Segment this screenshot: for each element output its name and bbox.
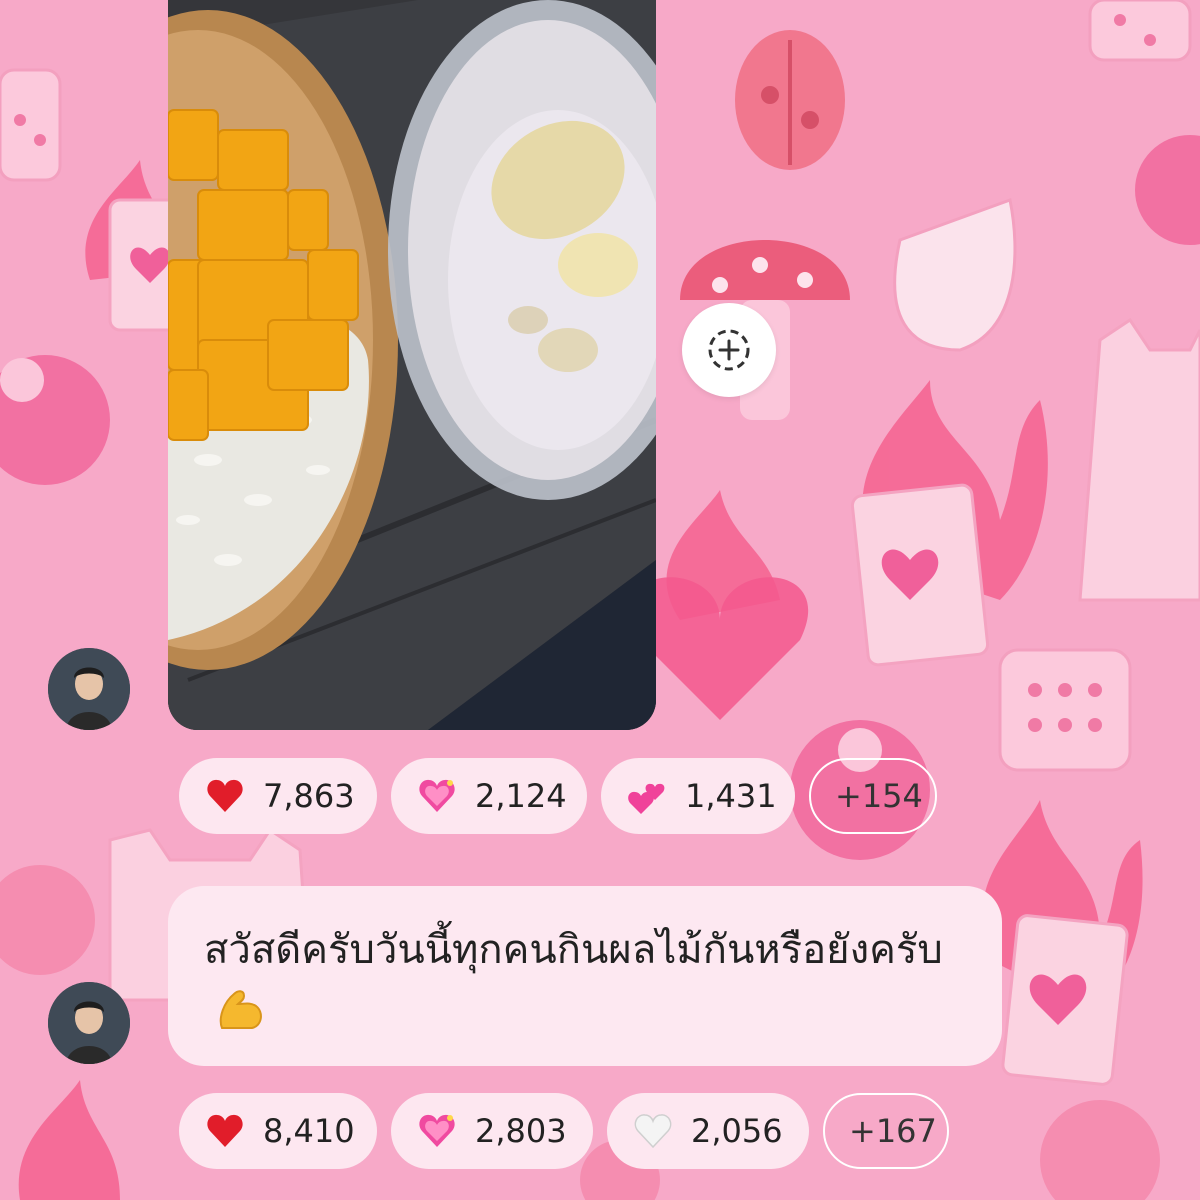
reactions-row: 8,410 2,803 2,056 +167 [179,1093,949,1169]
reaction-count: 2,056 [691,1112,783,1150]
reaction-red-heart[interactable]: 7,863 [179,758,377,834]
more-reactions-count: +167 [849,1112,937,1150]
more-reactions-button[interactable]: +167 [823,1093,949,1169]
red-heart-icon [207,779,243,812]
message-text-content: สวัสดีครับวันนี้ทุกคนกินผลไม้กันหรือยังค… [204,927,943,973]
two-hearts-icon [628,783,665,814]
reaction-count: 7,863 [263,777,355,815]
sparkling-heart-icon [419,779,455,812]
reaction-two-hearts[interactable]: 1,431 [601,758,795,834]
sparkling-heart-icon [419,1114,455,1147]
food-photo[interactable] [168,0,656,730]
reaction-count: 1,431 [685,777,777,815]
reaction-sparkling-heart[interactable]: 2,124 [391,758,587,834]
more-reactions-count: +154 [835,777,923,815]
reaction-white-heart[interactable]: 2,056 [607,1093,809,1169]
reaction-count: 8,410 [263,1112,355,1150]
white-heart-icon [634,1114,672,1149]
message-text: สวัสดีครับวันนี้ทุกคนกินผลไม้กันหรือยังค… [204,922,970,1034]
avatar[interactable] [48,982,130,1064]
flexed-biceps-icon [219,990,262,1029]
reaction-count: 2,124 [475,777,567,815]
avatar[interactable] [48,648,130,730]
message-bubble[interactable]: สวัสดีครับวันนี้ทุกคนกินผลไม้กันหรือยังค… [168,886,1002,1066]
reaction-red-heart[interactable]: 8,410 [179,1093,377,1169]
add-circle-dashed-icon[interactable] [682,303,776,397]
reaction-count: 2,803 [475,1112,567,1150]
reaction-sparkling-heart[interactable]: 2,803 [391,1093,593,1169]
red-heart-icon [207,1114,243,1147]
reactions-row: 7,863 2,124 1,431 +154 [179,758,937,834]
more-reactions-button[interactable]: +154 [809,758,937,834]
